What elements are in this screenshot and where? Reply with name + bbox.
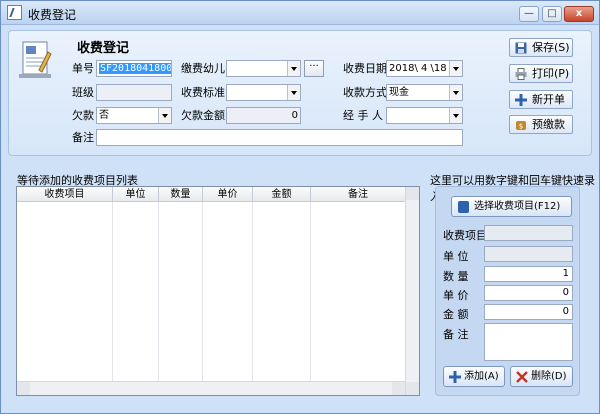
amount-label: 金 额 — [443, 308, 469, 321]
price-input[interactable]: 0 — [484, 285, 573, 301]
payment-select[interactable]: 现金 — [386, 84, 463, 101]
chevron-down-icon[interactable] — [449, 85, 462, 100]
save-icon — [515, 42, 527, 54]
arrears-amount-label: 欠款金额 — [181, 109, 225, 122]
column-line — [203, 202, 253, 382]
prepay-button[interactable]: $ 预缴款 — [509, 115, 573, 134]
pending-items-table[interactable]: 收费项目 单位 数量 单价 金额 备注 — [16, 186, 420, 396]
arrears-amount-field: 0 — [226, 107, 301, 124]
standard-select[interactable] — [226, 84, 301, 101]
handler-select[interactable] — [386, 107, 463, 124]
column-line — [113, 202, 159, 382]
horizontal-scrollbar[interactable] — [17, 381, 405, 395]
item-label: 收费项目 — [443, 229, 487, 242]
remark-label: 备注 — [72, 131, 94, 144]
maximize-button[interactable]: □ — [542, 6, 562, 22]
class-label: 班级 — [72, 86, 94, 99]
scroll-up-arrow-icon[interactable] — [406, 187, 419, 200]
table-header: 收费项目 单位 数量 单价 金额 备注 — [17, 187, 405, 202]
column-header-unit[interactable]: 单位 — [113, 187, 159, 202]
arrears-value: 否 — [99, 110, 109, 121]
close-button[interactable]: x — [564, 6, 594, 22]
chevron-down-icon[interactable] — [449, 108, 462, 123]
form-document-icon — [19, 41, 52, 78]
scroll-down-arrow-icon[interactable] — [406, 382, 419, 395]
column-header-price[interactable]: 单价 — [203, 187, 253, 202]
qty-input[interactable]: 1 — [484, 266, 573, 282]
note-label: 备 注 — [443, 328, 469, 341]
payment-label: 收款方式 — [343, 86, 387, 99]
column-line — [253, 202, 311, 382]
date-label: 收费日期 — [343, 62, 387, 75]
unit-label: 单 位 — [443, 250, 469, 263]
standard-label: 收费标准 — [181, 86, 225, 99]
column-line — [159, 202, 203, 382]
add-item-button[interactable]: 添加(A) — [443, 366, 505, 387]
child-label: 缴费幼儿 — [181, 62, 225, 75]
plus-icon — [515, 94, 527, 106]
form-title: 收费登记 — [77, 41, 130, 56]
handler-label: 经 手 人 — [343, 109, 383, 122]
new-bill-button[interactable]: 新开单 — [509, 90, 573, 109]
child-browse-button[interactable]: ··· — [304, 60, 324, 77]
unit-field — [484, 246, 573, 262]
column-header-note[interactable]: 备注 — [311, 187, 405, 202]
print-button[interactable]: 打印(P) — [509, 64, 573, 83]
money-bag-icon: $ — [516, 121, 526, 131]
save-button[interactable]: 保存(S) — [509, 38, 573, 57]
item-field — [484, 225, 573, 241]
delete-item-button[interactable]: 删除(D) — [510, 366, 573, 387]
arrears-label: 欠款 — [72, 109, 94, 122]
vertical-scrollbar[interactable] — [405, 187, 419, 395]
list-icon — [458, 201, 469, 213]
bill-no-value: SF20180418001 — [99, 63, 171, 74]
plus-icon — [449, 371, 461, 383]
delete-x-icon — [516, 371, 528, 383]
column-line — [17, 202, 113, 382]
scroll-right-arrow-icon[interactable] — [392, 382, 405, 395]
column-header-amount[interactable]: 金额 — [253, 187, 311, 202]
scroll-left-arrow-icon[interactable] — [17, 382, 30, 395]
chevron-down-icon[interactable] — [287, 61, 300, 76]
bill-no-input[interactable]: SF20180418001 — [96, 60, 172, 77]
remark-input[interactable] — [96, 129, 463, 146]
date-picker[interactable]: 2018\ 4 \18 星 — [386, 60, 463, 77]
printer-icon — [515, 68, 527, 80]
qty-label: 数 量 — [443, 270, 469, 283]
chevron-down-icon[interactable] — [158, 108, 171, 123]
bill-no-label: 单号 — [72, 62, 94, 75]
column-header-item[interactable]: 收费项目 — [17, 187, 113, 202]
note-input[interactable] — [484, 323, 573, 361]
child-select[interactable] — [226, 60, 301, 77]
column-header-qty[interactable]: 数量 — [159, 187, 203, 202]
app-icon — [7, 5, 22, 20]
class-field — [96, 84, 172, 101]
chevron-down-icon[interactable] — [287, 85, 300, 100]
amount-input[interactable]: 0 — [484, 304, 573, 320]
arrears-select[interactable]: 否 — [96, 107, 172, 124]
minimize-button[interactable]: — — [519, 6, 539, 22]
payment-value: 现金 — [389, 87, 409, 98]
window-title: 收费登记 — [28, 8, 77, 22]
price-label: 单 价 — [443, 289, 469, 302]
title-bar[interactable]: 收费登记 — □ x — [1, 1, 599, 25]
chevron-down-icon[interactable] — [449, 61, 462, 76]
pick-item-button[interactable]: 选择收费项目(F12) — [451, 196, 572, 217]
svg-text:$: $ — [519, 123, 523, 131]
